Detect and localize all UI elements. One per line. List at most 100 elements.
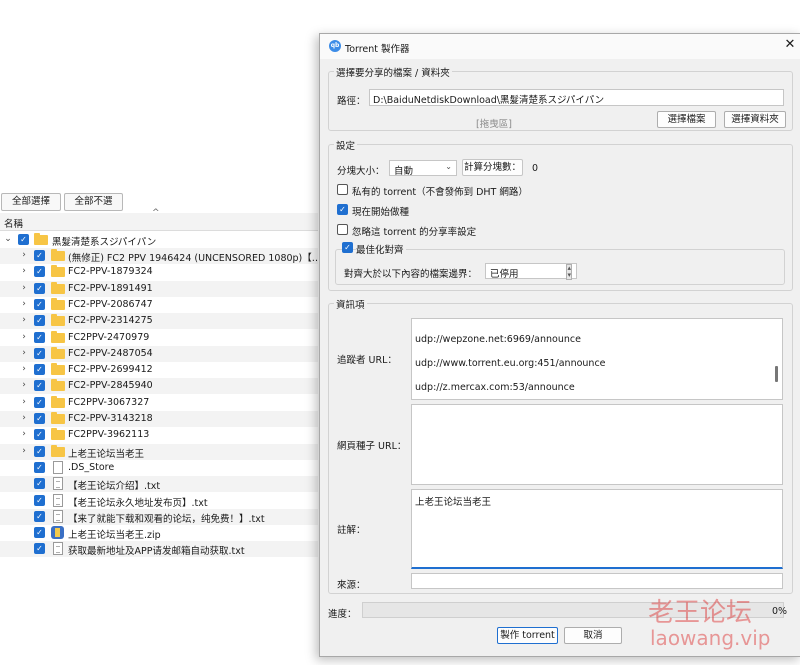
folder-icon	[51, 298, 65, 310]
chevron-right-icon[interactable]: ›	[19, 364, 29, 374]
checkbox-checked-icon[interactable]: ✓	[34, 250, 45, 261]
tree-item-label: 上老王论坛当老王	[68, 449, 145, 460]
tree-item-label: FC2-PPV-1879324	[68, 266, 153, 277]
create-torrent-button[interactable]: 製作 torrent	[497, 627, 558, 644]
tree-item-label: .DS_Store	[68, 462, 115, 473]
checkbox-checked-icon[interactable]: ✓	[34, 478, 45, 489]
chevron-right-icon[interactable]: ›	[19, 250, 29, 260]
close-icon[interactable]: ✕	[782, 37, 798, 53]
piece-size-value: 自動	[394, 166, 414, 177]
settings-group-title: 設定	[334, 138, 358, 152]
tracker-url: udp://www.torrent.eu.org:451/announce	[415, 358, 606, 369]
tree-folder-row[interactable]: › ✓ FC2PPV-3067327	[0, 395, 318, 411]
checkbox-checked-icon[interactable]: ✓	[34, 348, 45, 359]
align-boundary-spinbox[interactable]: 已停用 ▴ ▾	[485, 263, 577, 280]
checkbox-checked-icon[interactable]: ✓	[18, 234, 29, 245]
spin-arrows-icon[interactable]: ▴ ▾	[566, 264, 572, 280]
tree-item-label: 【老王论坛介绍】.txt	[68, 481, 161, 492]
chevron-right-icon[interactable]: ›	[19, 332, 29, 342]
folder-icon	[51, 265, 65, 277]
ignore-ratio-checkbox[interactable]	[337, 224, 348, 235]
tree-folder-row[interactable]: › ✓ 上老王论坛当老王	[0, 444, 318, 460]
folder-icon	[51, 428, 65, 440]
tree-folder-row[interactable]: › ✓ (無修正) FC2 PPV 1946424 (UNCENSORED 1080…	[0, 248, 321, 264]
chevron-right-icon[interactable]: ›	[19, 429, 29, 439]
trackers-textarea[interactable]: udp://p.................................…	[411, 318, 783, 400]
tree-folder-row[interactable]: › ✓ FC2-PPV-1891491	[0, 281, 318, 297]
tree-file-row[interactable]: ✓ 获取最新地址及APP请发邮箱自动获取.txt	[0, 541, 318, 557]
piece-size-select[interactable]: 自動 ⌄	[389, 160, 457, 177]
dialog-title-bar[interactable]: qb Torrent 製作器 ✕	[320, 34, 800, 59]
checkbox-checked-icon[interactable]: ✓	[34, 364, 45, 375]
cancel-button[interactable]: 取消	[564, 627, 622, 644]
tree-item-label: FC2-PPV-2314275	[68, 315, 153, 326]
checkbox-checked-icon[interactable]: ✓	[34, 299, 45, 310]
tree-file-row[interactable]: ✓ 【来了就能下载和观看的论坛，纯免费！】.txt	[0, 509, 318, 525]
chevron-right-icon[interactable]: ›	[19, 315, 29, 325]
chevron-right-icon[interactable]: ›	[19, 380, 29, 390]
source-label: 來源：	[337, 580, 366, 591]
checkbox-checked-icon[interactable]: ✓	[34, 543, 45, 554]
source-input[interactable]	[411, 573, 783, 589]
tree-root-row[interactable]: ⌄ ✓ 黑髮清楚系スジパイパン	[0, 232, 318, 248]
folder-icon	[51, 331, 65, 343]
chevron-down-icon: ⌄	[445, 162, 452, 171]
select-all-button[interactable]: 全部選擇	[1, 193, 61, 211]
checkbox-checked-icon[interactable]: ✓	[34, 283, 45, 294]
tree-folder-row[interactable]: › ✓ FC2-PPV-2487054	[0, 346, 318, 362]
tree-file-row[interactable]: ✓ .DS_Store	[0, 460, 318, 476]
chevron-right-icon[interactable]: ›	[19, 446, 29, 456]
select-none-button[interactable]: 全部不選	[64, 193, 123, 211]
select-file-button[interactable]: 選擇檔案	[657, 111, 716, 128]
checkbox-checked-icon[interactable]: ✓	[34, 527, 45, 538]
checkbox-checked-icon[interactable]: ✓	[34, 413, 45, 424]
tree-file-row[interactable]: ✓ 【老王论坛介绍】.txt	[0, 476, 318, 492]
tree-folder-row[interactable]: › ✓ FC2-PPV-2086747	[0, 297, 318, 313]
checkbox-checked-icon[interactable]: ✓	[34, 462, 45, 473]
chevron-right-icon[interactable]: ›	[19, 299, 29, 309]
tree-folder-row[interactable]: › ✓ FC2PPV-2470979	[0, 330, 318, 346]
start-seeding-checkbox[interactable]: ✓	[337, 204, 348, 215]
tree-folder-row[interactable]: › ✓ FC2-PPV-2845940	[0, 378, 318, 394]
tree-file-row[interactable]: ✓ 【老王论坛永久地址发布页】.txt	[0, 493, 318, 509]
text-file-icon	[53, 494, 63, 507]
tree-folder-row[interactable]: › ✓ FC2-PPV-3143218	[0, 411, 318, 427]
chevron-right-icon[interactable]: ›	[19, 413, 29, 423]
tree-folder-row[interactable]: › ✓ FC2-PPV-2314275	[0, 313, 318, 329]
folder-icon	[51, 249, 65, 261]
checkbox-checked-icon[interactable]: ✓	[34, 397, 45, 408]
tree-file-row[interactable]: ✓ 上老王论坛当老王.zip	[0, 525, 318, 541]
piece-size-label: 分塊大小：	[337, 166, 385, 177]
web-seeds-textarea[interactable]	[411, 404, 783, 485]
text-file-icon	[53, 510, 63, 523]
tree-folder-row[interactable]: › ✓ FC2-PPV-2699412	[0, 362, 318, 378]
tree-folder-row[interactable]: › ✓ FC2-PPV-1879324	[0, 264, 318, 280]
checkbox-checked-icon[interactable]: ✓	[34, 446, 45, 457]
optimize-alignment-checkbox[interactable]: ✓	[342, 242, 353, 253]
chevron-right-icon[interactable]: ›	[19, 348, 29, 358]
column-header-name[interactable]: 名稱 ^	[0, 208, 318, 231]
chevron-right-icon[interactable]: ›	[19, 283, 29, 293]
calculate-pieces-button[interactable]: 計算分塊數：	[462, 159, 523, 176]
column-name-label: 名稱	[4, 219, 24, 230]
checkbox-checked-icon[interactable]: ✓	[34, 266, 45, 277]
chevron-down-icon[interactable]: ⌄	[3, 234, 13, 244]
chevron-right-icon[interactable]: ›	[19, 397, 29, 407]
checkbox-checked-icon[interactable]: ✓	[34, 511, 45, 522]
checkbox-checked-icon[interactable]: ✓	[34, 495, 45, 506]
checkbox-checked-icon[interactable]: ✓	[34, 332, 45, 343]
private-torrent-checkbox[interactable]	[337, 184, 348, 195]
trackers-scrollbar[interactable]	[775, 366, 778, 382]
start-seeding-label: 現在開始做種	[352, 207, 410, 218]
tree-folder-row[interactable]: › ✓ FC2PPV-3962113	[0, 427, 318, 443]
checkbox-checked-icon[interactable]: ✓	[34, 380, 45, 391]
chevron-right-icon[interactable]: ›	[19, 266, 29, 276]
select-folder-button[interactable]: 選擇資料夾	[724, 111, 786, 128]
folder-icon	[34, 233, 48, 245]
path-input[interactable]: D:\BaiduNetdiskDownload\黑髮清楚系スジパイパン	[369, 89, 784, 106]
comment-textarea[interactable]: 上老王论坛当老王	[411, 489, 783, 569]
checkbox-checked-icon[interactable]: ✓	[34, 429, 45, 440]
drag-area-hint[interactable]: [拖曳區]	[476, 116, 512, 130]
checkbox-checked-icon[interactable]: ✓	[34, 315, 45, 326]
folder-icon	[51, 445, 65, 457]
